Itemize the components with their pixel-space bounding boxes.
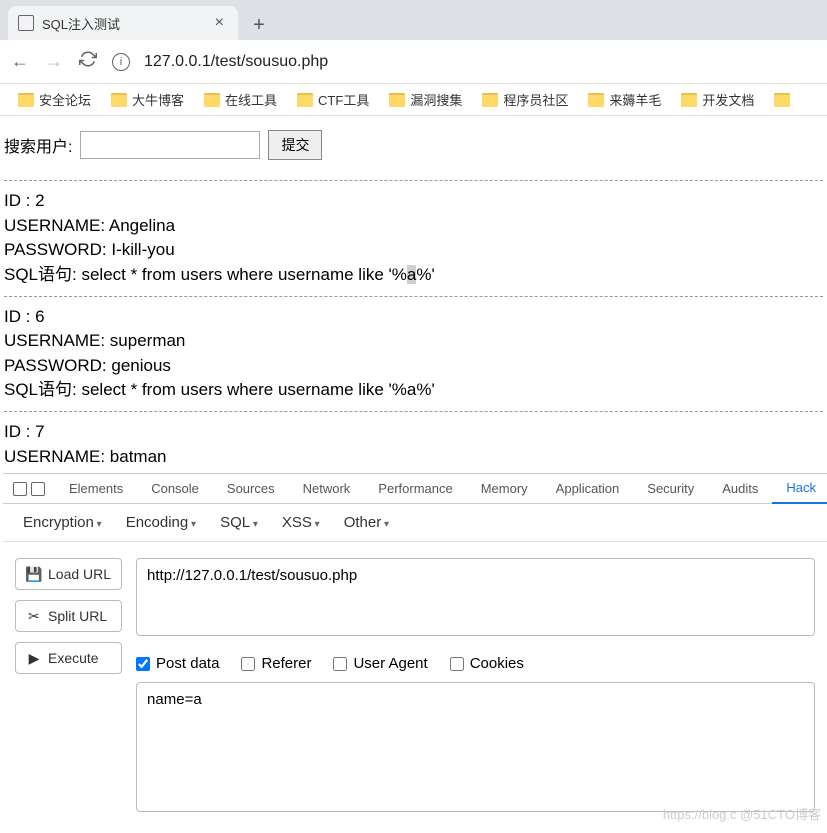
- inspect-icon[interactable]: [13, 482, 27, 496]
- load-url-button[interactable]: 💾Load URL: [15, 558, 122, 590]
- folder-icon: [588, 93, 604, 107]
- hackbar-input-area: Post data Referer User Agent Cookies: [136, 558, 815, 817]
- folder-icon: [111, 93, 127, 107]
- result-record: ID : 6 USERNAME: superman PASSWORD: geni…: [4, 305, 823, 404]
- watermark-text: https://blog.c @51CTO博客: [663, 804, 821, 823]
- record-password: PASSWORD: genious: [4, 354, 823, 379]
- devtools-tabs: Elements Console Sources Network Perform…: [3, 474, 827, 504]
- bookmark-item[interactable]: 在线工具: [204, 90, 277, 109]
- tab-hackbar[interactable]: Hack: [772, 474, 827, 504]
- bookmarks-bar: 安全论坛 大牛博客 在线工具 CTF工具 漏洞搜集 程序员社区 来薅羊毛 开发文…: [0, 84, 827, 116]
- devtools-panel: Elements Console Sources Network Perform…: [3, 473, 827, 831]
- forward-button[interactable]: →: [44, 51, 64, 72]
- record-username: USERNAME: batman: [4, 445, 823, 470]
- tab-network[interactable]: Network: [289, 474, 365, 504]
- devtools-toggle-area: [3, 482, 55, 496]
- divider: [4, 411, 823, 412]
- folder-icon: [18, 93, 34, 107]
- folder-icon: [389, 93, 405, 107]
- url-text[interactable]: 127.0.0.1/test/sousuo.php: [144, 53, 328, 71]
- folder-icon: [482, 93, 498, 107]
- url-textarea[interactable]: [136, 558, 815, 636]
- reload-button[interactable]: [78, 50, 98, 73]
- tab-audits[interactable]: Audits: [708, 474, 772, 504]
- bookmark-item[interactable]: 安全论坛: [18, 90, 91, 109]
- tab-title: SQL注入测试: [42, 14, 203, 33]
- result-record: ID : 7 USERNAME: batman: [4, 420, 823, 469]
- back-button[interactable]: ←: [10, 51, 30, 72]
- result-record: ID : 2 USERNAME: Angelina PASSWORD: I-ki…: [4, 189, 823, 288]
- page-icon: [18, 15, 34, 31]
- hackbar-options: Post data Referer User Agent Cookies: [136, 655, 815, 672]
- folder-icon: [297, 93, 313, 107]
- menu-encoding[interactable]: Encoding: [126, 514, 196, 531]
- search-input[interactable]: [80, 131, 260, 159]
- menu-other[interactable]: Other: [344, 514, 389, 531]
- hackbar-actions: 💾Load URL ✂Split URL ▶Execute: [15, 558, 122, 817]
- menu-xss[interactable]: XSS: [282, 514, 320, 531]
- new-tab-button[interactable]: +: [244, 10, 274, 40]
- cookies-checkbox[interactable]: Cookies: [450, 655, 524, 672]
- close-icon[interactable]: ×: [211, 14, 228, 32]
- bookmark-item[interactable]: 来薅羊毛: [588, 90, 661, 109]
- tab-performance[interactable]: Performance: [364, 474, 466, 504]
- bookmark-item[interactable]: 大牛博客: [111, 90, 184, 109]
- divider: [4, 180, 823, 181]
- search-form: 搜索用户:: [4, 130, 823, 160]
- site-info-icon[interactable]: i: [112, 53, 130, 71]
- browser-tab[interactable]: SQL注入测试 ×: [8, 6, 238, 40]
- browser-tab-bar: SQL注入测试 × +: [0, 0, 827, 40]
- record-username: USERNAME: superman: [4, 329, 823, 354]
- post-data-checkbox[interactable]: Post data: [136, 655, 219, 672]
- record-password: PASSWORD: I-kill-you: [4, 238, 823, 263]
- highlighted-text: a: [407, 265, 416, 284]
- divider: [4, 296, 823, 297]
- record-id: ID : 2: [4, 189, 823, 214]
- record-id: ID : 7: [4, 420, 823, 445]
- hackbar-body: 💾Load URL ✂Split URL ▶Execute Post data …: [3, 542, 827, 833]
- record-sql: SQL语句: select * from users where usernam…: [4, 263, 823, 288]
- post-data-textarea[interactable]: [136, 682, 815, 812]
- address-bar: ← → i 127.0.0.1/test/sousuo.php: [0, 40, 827, 84]
- page-content: 搜索用户: ID : 2 USERNAME: Angelina PASSWORD…: [0, 116, 827, 481]
- tab-memory[interactable]: Memory: [467, 474, 542, 504]
- disk-icon: 💾: [26, 567, 42, 581]
- record-username: USERNAME: Angelina: [4, 214, 823, 239]
- tab-security[interactable]: Security: [633, 474, 708, 504]
- execute-button[interactable]: ▶Execute: [15, 642, 122, 674]
- folder-icon: [681, 93, 697, 107]
- bookmark-item[interactable]: 漏洞搜集: [389, 90, 462, 109]
- referer-checkbox[interactable]: Referer: [241, 655, 311, 672]
- user-agent-checkbox[interactable]: User Agent: [333, 655, 427, 672]
- bookmark-item[interactable]: 程序员社区: [482, 90, 568, 109]
- scissors-icon: ✂: [26, 609, 42, 623]
- submit-button[interactable]: [268, 130, 322, 160]
- bookmark-item[interactable]: 开发文档: [681, 90, 754, 109]
- tab-sources[interactable]: Sources: [213, 474, 289, 504]
- folder-icon[interactable]: [774, 93, 790, 107]
- bookmark-item[interactable]: CTF工具: [297, 90, 369, 109]
- record-id: ID : 6: [4, 305, 823, 330]
- folder-icon: [204, 93, 220, 107]
- record-sql: SQL语句: select * from users where usernam…: [4, 378, 823, 403]
- menu-sql[interactable]: SQL: [220, 514, 258, 531]
- hackbar-menu-bar: Encryption Encoding SQL XSS Other: [3, 504, 827, 542]
- tab-console[interactable]: Console: [137, 474, 213, 504]
- split-url-button[interactable]: ✂Split URL: [15, 600, 122, 632]
- tab-elements[interactable]: Elements: [55, 474, 137, 504]
- device-icon[interactable]: [31, 482, 45, 496]
- search-label: 搜索用户:: [4, 133, 72, 157]
- tab-application[interactable]: Application: [542, 474, 634, 504]
- play-icon: ▶: [26, 651, 42, 665]
- menu-encryption[interactable]: Encryption: [23, 514, 102, 531]
